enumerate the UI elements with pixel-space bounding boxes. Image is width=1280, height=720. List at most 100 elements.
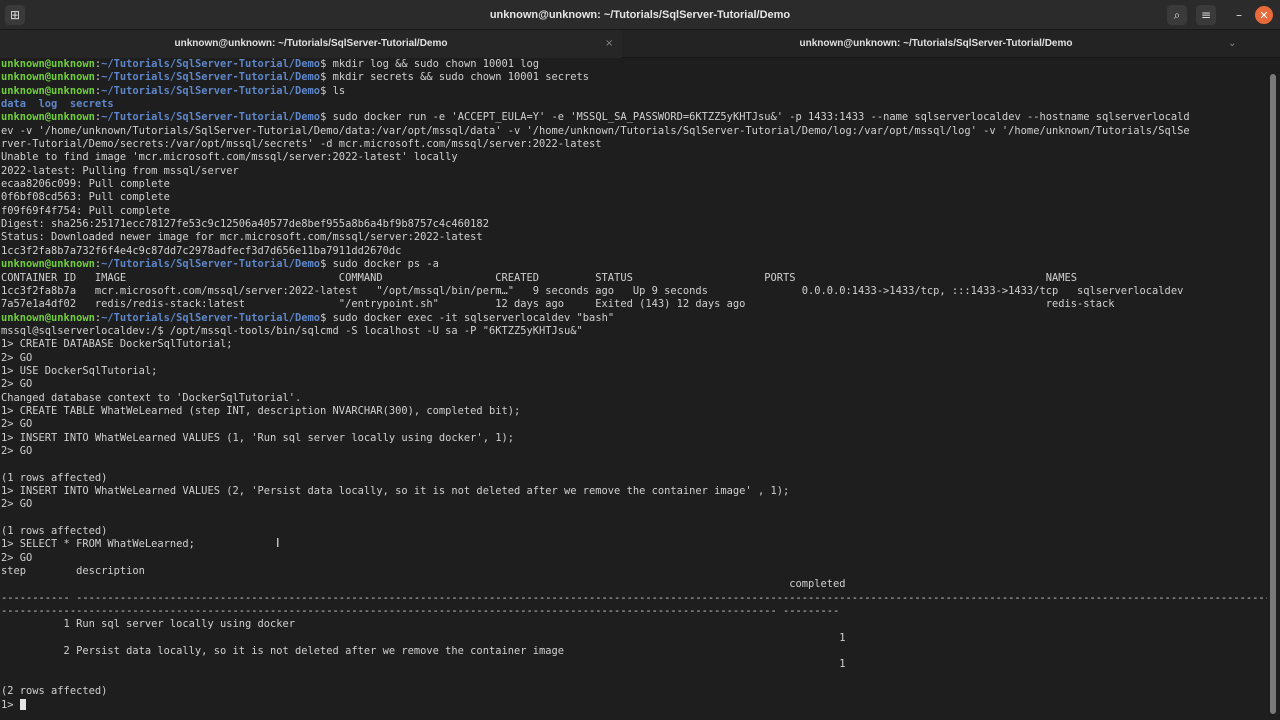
terminal-line: ecaa8206c099: Pull complete xyxy=(1,178,1267,191)
terminal-line: 7a57e1a4df02 redis/redis-stack:latest "/… xyxy=(1,298,1267,311)
terminal-line: 1> CREATE DATABASE DockerSqlTutorial; xyxy=(1,338,1267,351)
terminal-line: (1 rows affected) xyxy=(1,525,1267,538)
output-text: ecaa8206c099: Pull complete xyxy=(1,178,170,191)
terminal-line: 0f6bf08cd563: Pull complete xyxy=(1,191,1267,204)
output-text: 2022-latest: Pulling from mssql/server xyxy=(1,164,239,177)
output-text: 2 Persist data locally, so it is not del… xyxy=(1,645,565,658)
terminal-line: 2> GO xyxy=(1,498,1267,511)
minimize-icon[interactable]: – xyxy=(1229,5,1249,25)
terminal-line: 1> xyxy=(1,699,1267,712)
output-text: f09f69f4f754: Pull complete xyxy=(1,204,170,217)
output-text: 1> CREATE DATABASE DockerSqlTutorial; xyxy=(1,338,233,351)
output-text: Changed database context to 'DockerSqlTu… xyxy=(1,391,302,404)
terminal-line: 1> USE DockerSqlTutorial; xyxy=(1,365,1267,378)
output-text: mssql@sqlserverlocaldev:/$ /opt/mssql-to… xyxy=(1,324,583,337)
terminal-line: 1 Run sql server locally using docker xyxy=(1,618,1267,631)
prompt-user: unknown@unknown xyxy=(1,58,95,70)
command-text: sudo docker run -e 'ACCEPT_EULA=Y' -e 'M… xyxy=(332,111,1190,124)
output-text: 2> GO xyxy=(1,351,33,364)
terminal-line: Changed database context to 'DockerSqlTu… xyxy=(1,392,1267,405)
output-text: 1cc3f2fa8b7a732f6f4e4c9c87dd7c2978adfecf… xyxy=(1,244,402,257)
prompt-path: ~/Tutorials/SqlServer-Tutorial/Demo xyxy=(101,311,321,324)
prompt-user: unknown@unknown xyxy=(1,258,95,271)
terminal-line: unknown@unknown:~/Tutorials/SqlServer-Tu… xyxy=(1,58,1267,71)
output-text: Status: Downloaded newer image for mcr.m… xyxy=(1,231,483,244)
tab-close-icon[interactable]: × xyxy=(605,30,613,58)
output-text: ----------------------------------------… xyxy=(1,605,840,618)
prompt-path: ~/Tutorials/SqlServer-Tutorial/Demo xyxy=(101,84,321,97)
menu-icon[interactable]: ≡ xyxy=(1196,5,1216,25)
output-text: (1 rows affected) xyxy=(1,471,108,484)
tab-dropdown-icon[interactable]: ⌄ xyxy=(1228,30,1236,58)
tab-terminal-2[interactable]: unknown@unknown: ~/Tutorials/SqlServer-T… xyxy=(622,30,1250,58)
close-icon[interactable]: ✕ xyxy=(1255,6,1273,24)
output-text: 2> GO xyxy=(1,444,33,457)
terminal-line: 2 Persist data locally, so it is not del… xyxy=(1,645,1267,658)
terminal-line: data log secrets xyxy=(1,98,1267,111)
output-text: 1> USE DockerSqlTutorial; xyxy=(1,364,158,377)
terminal-line: rver-Tutorial/Demo/secrets:/var/opt/mssq… xyxy=(1,138,1267,151)
terminal-line: (1 rows affected) xyxy=(1,472,1267,485)
prompt-path: ~/Tutorials/SqlServer-Tutorial/Demo xyxy=(101,58,321,70)
command-text: mkdir secrets && sudo chown 10001 secret… xyxy=(332,71,590,84)
prompt-user: unknown@unknown xyxy=(1,84,95,97)
terminal-cursor xyxy=(19,699,26,710)
output-text: 1> INSERT INTO WhatWeLearned VALUES (2, … xyxy=(1,485,790,497)
prompt-user: unknown@unknown xyxy=(1,311,95,324)
scrollbar[interactable] xyxy=(1270,74,1276,714)
terminal-line: 2> GO xyxy=(1,552,1267,565)
output-text: CONTAINER ID IMAGE COMMAND CREATED STATU… xyxy=(1,271,1077,284)
terminal-line: unknown@unknown:~/Tutorials/SqlServer-Tu… xyxy=(1,312,1267,325)
terminal-line: unknown@unknown:~/Tutorials/SqlServer-Tu… xyxy=(1,85,1267,98)
prompt-user: unknown@unknown xyxy=(1,111,95,124)
terminal-line: unknown@unknown:~/Tutorials/SqlServer-Tu… xyxy=(1,258,1267,271)
output-text: (1 rows affected) xyxy=(1,525,108,538)
output-text: (2 rows affected) xyxy=(1,685,108,698)
tab-label: unknown@unknown: ~/Tutorials/SqlServer-T… xyxy=(174,38,448,49)
terminal-line: 2022-latest: Pulling from mssql/server xyxy=(1,165,1267,178)
output-text: Unable to find image 'mcr.microsoft.com/… xyxy=(1,151,458,164)
prompt-suffix: $ xyxy=(320,71,333,84)
terminal-line: unknown@unknown:~/Tutorials/SqlServer-Tu… xyxy=(1,71,1267,84)
prompt-suffix: $ xyxy=(320,111,333,124)
prompt-suffix: $ xyxy=(320,84,333,97)
terminal-line: CONTAINER ID IMAGE COMMAND CREATED STATU… xyxy=(1,272,1267,285)
terminal-line: 2> GO xyxy=(1,445,1267,458)
prompt-path: ~/Tutorials/SqlServer-Tutorial/Demo xyxy=(101,258,321,271)
prompt-suffix: $ xyxy=(320,258,333,271)
title-bar: ⊞ unknown@unknown: ~/Tutorials/SqlServer… xyxy=(0,0,1280,30)
terminal-line: ----------- ----------------------------… xyxy=(1,592,1267,605)
output-text: 2> GO xyxy=(1,498,33,511)
search-icon[interactable]: ⌕ xyxy=(1167,5,1187,25)
command-text: sudo docker ps -a xyxy=(332,258,439,271)
terminal-line: mssql@sqlserverlocaldev:/$ /opt/mssql-to… xyxy=(1,325,1267,338)
terminal-line: 2> GO xyxy=(1,378,1267,391)
terminal-line: Unable to find image 'mcr.microsoft.com/… xyxy=(1,151,1267,164)
terminal-line: unknown@unknown:~/Tutorials/SqlServer-Tu… xyxy=(1,111,1267,124)
output-text: 1cc3f2fa8b7a mcr.microsoft.com/mssql/ser… xyxy=(1,284,1184,297)
terminal-line: 2> GO xyxy=(1,352,1267,365)
prompt-path: ~/Tutorials/SqlServer-Tutorial/Demo xyxy=(101,71,321,84)
terminal-line: step description xyxy=(1,565,1267,578)
tab-terminal-1[interactable]: unknown@unknown: ~/Tutorials/SqlServer-T… xyxy=(0,30,622,58)
terminal-line: ev -v '/home/unknown/Tutorials/SqlServer… xyxy=(1,125,1267,138)
terminal-output[interactable]: unknown@unknown:~/Tutorials/SqlServer-Tu… xyxy=(1,58,1267,720)
terminal-line: 2> GO xyxy=(1,418,1267,431)
window-title: unknown@unknown: ~/Tutorials/SqlServer-T… xyxy=(489,9,791,21)
output-text: 7a57e1a4df02 redis/redis-stack:latest "/… xyxy=(1,298,1115,311)
output-text: 1> SELECT * FROM WhatWeLearned; xyxy=(1,538,195,551)
terminal-line: Status: Downloaded newer image for mcr.m… xyxy=(1,231,1267,244)
command-text: mkdir log && sudo chown 10001 log xyxy=(332,58,540,70)
output-text: 1 xyxy=(1,658,846,671)
output-text: 1> CREATE TABLE WhatWeLearned (step INT,… xyxy=(1,404,521,417)
prompt-suffix: $ xyxy=(320,58,333,70)
terminal-line: 1> INSERT INTO WhatWeLearned VALUES (2, … xyxy=(1,485,1267,498)
prompt-suffix: $ xyxy=(320,311,333,324)
output-text: 1> INSERT INTO WhatWeLearned VALUES (1, … xyxy=(1,431,514,444)
terminal-line: 1cc3f2fa8b7a732f6f4e4c9c87dd7c2978adfecf… xyxy=(1,245,1267,258)
output-text: rver-Tutorial/Demo/secrets:/var/opt/mssq… xyxy=(1,138,602,151)
output-text: 2> GO xyxy=(1,551,33,564)
scrollbar-thumb[interactable] xyxy=(1270,74,1276,714)
